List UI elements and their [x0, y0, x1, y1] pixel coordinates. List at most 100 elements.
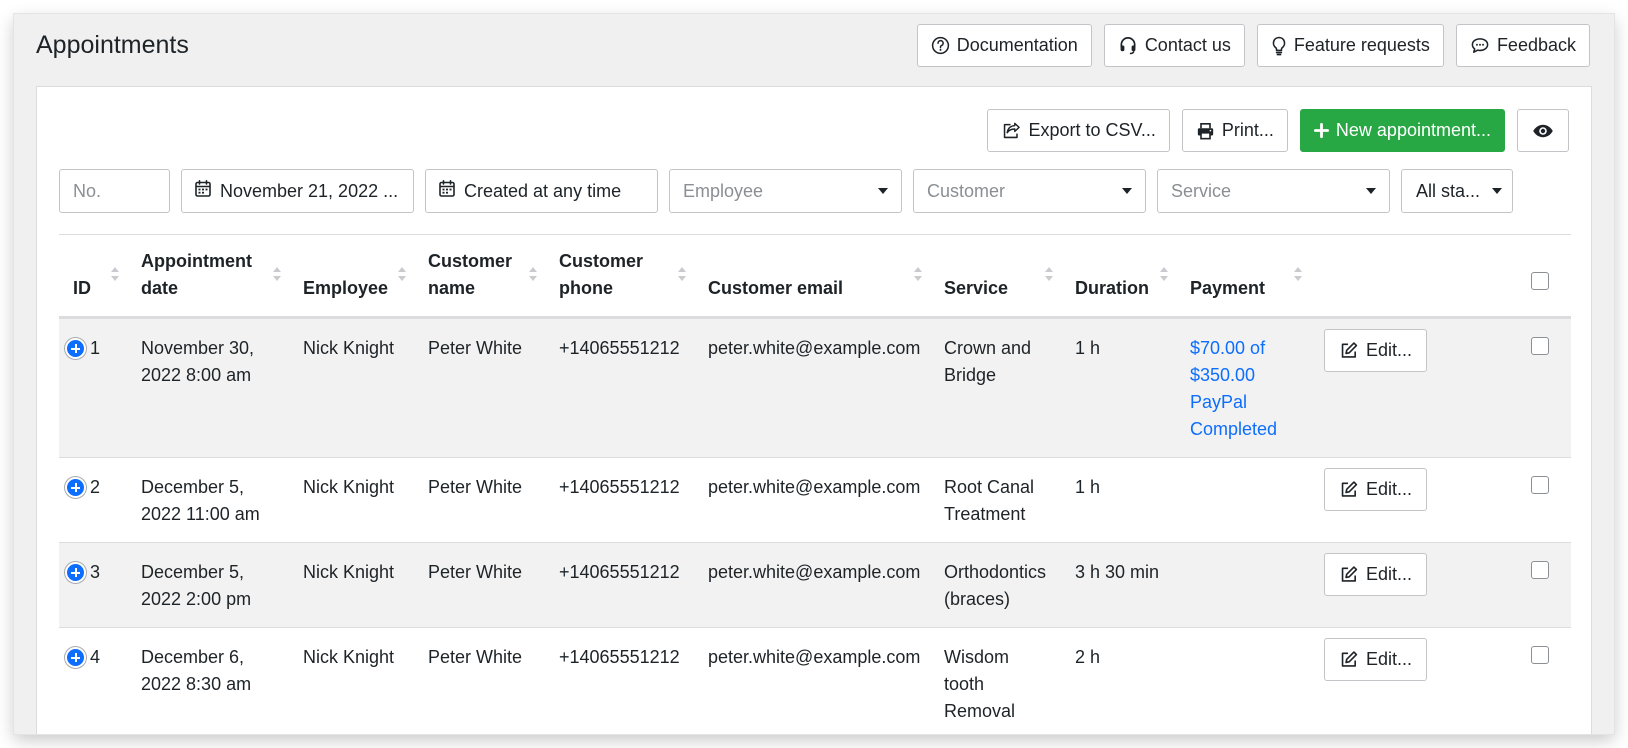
payment-amount-link[interactable]: $70.00 of $350.00 — [1190, 335, 1296, 389]
feature-requests-button[interactable]: Feature requests — [1256, 24, 1444, 67]
expand-row-icon[interactable] — [65, 647, 86, 668]
row-select-checkbox[interactable] — [1531, 646, 1549, 664]
documentation-button[interactable]: Documentation — [916, 24, 1092, 67]
column-header-customer-email[interactable]: Customer email — [694, 234, 930, 319]
expand-row-icon[interactable] — [65, 338, 86, 359]
app-window: Appointments Documentation Contact us Fe… — [14, 14, 1614, 734]
edit-appointment-button[interactable]: Edit... — [1324, 553, 1428, 596]
cell-service: Wisdom tooth Removal — [930, 627, 1061, 734]
table-row: 3 December 5, 2022 2:00 pm Nick Knight Pete… — [59, 542, 1571, 628]
date-range-filter[interactable]: November 21, 2022 ... — [181, 169, 414, 213]
sort-icon — [1294, 267, 1302, 283]
cell-id: 1 — [59, 317, 127, 458]
service-filter-placeholder: Service — [1171, 180, 1232, 201]
status-filter-select[interactable]: All sta... — [1401, 169, 1513, 213]
cell-duration: 3 h 30 min — [1061, 542, 1176, 628]
contact-us-label: Contact us — [1144, 35, 1231, 55]
cell-customer-email: peter.white@example.com — [694, 542, 930, 628]
edit-label: Edit... — [1366, 340, 1413, 360]
cell-id: 2 — [59, 457, 127, 543]
edit-icon — [1339, 480, 1359, 499]
appointment-id: 2 — [90, 477, 101, 497]
caret-down-icon — [878, 188, 888, 194]
column-header-actions — [1310, 234, 1456, 319]
column-header-payment[interactable]: Payment — [1176, 234, 1310, 319]
select-all-checkbox[interactable] — [1531, 272, 1549, 290]
cell-payment — [1176, 542, 1310, 628]
print-button[interactable]: Print... — [1181, 109, 1288, 152]
column-header-id[interactable]: ID — [59, 234, 127, 319]
row-select-checkbox[interactable] — [1531, 337, 1549, 355]
cell-customer-name: Peter White — [414, 627, 545, 734]
cell-service: Crown and Bridge — [930, 317, 1061, 458]
table-body: 1 November 30, 2022 8:00 am Nick Knight Pet… — [59, 317, 1571, 734]
column-header-customer-name[interactable]: Customer name — [414, 234, 545, 319]
cell-payment — [1176, 627, 1310, 734]
row-select-checkbox[interactable] — [1531, 476, 1549, 494]
column-header-appointment-date[interactable]: Appointment date — [127, 234, 289, 319]
lightbulb-icon — [1271, 36, 1287, 56]
cell-customer-name: Peter White — [414, 457, 545, 543]
cell-employee: Nick Knight — [289, 542, 414, 628]
appointment-id: 1 — [90, 338, 101, 358]
row-select-checkbox[interactable] — [1531, 561, 1549, 579]
new-appointment-label: New appointment... — [1335, 120, 1491, 140]
help-toolbar: Documentation Contact us Feature request… — [916, 24, 1590, 67]
feature-requests-label: Feature requests — [1293, 35, 1430, 55]
cell-customer-name: Peter White — [414, 317, 545, 458]
cell-actions: Edit... — [1310, 627, 1456, 734]
number-filter-placeholder: No. — [73, 180, 102, 201]
column-header-customer-phone[interactable]: Customer phone — [545, 234, 694, 319]
eye-icon — [1532, 123, 1554, 139]
edit-appointment-button[interactable]: Edit... — [1324, 329, 1428, 372]
edit-label: Edit... — [1366, 479, 1413, 499]
column-header-select — [1456, 234, 1571, 319]
cell-appointment-date: December 5, 2022 11:00 am — [127, 457, 289, 543]
column-header-duration[interactable]: Duration — [1061, 234, 1176, 319]
column-header-employee[interactable]: Employee — [289, 234, 414, 319]
edit-appointment-button[interactable]: Edit... — [1324, 468, 1428, 511]
cell-select — [1456, 457, 1571, 543]
cell-service: Orthodontics (braces) — [930, 542, 1061, 628]
feedback-button[interactable]: Feedback — [1455, 24, 1590, 67]
payment-method: PayPal — [1190, 392, 1248, 412]
column-header-service[interactable]: Service — [930, 234, 1061, 319]
created-filter[interactable]: Created at any time — [425, 169, 658, 213]
appointments-table-wrap: ID Appointment date Employee Customer na… — [59, 234, 1571, 734]
status-filter-value: All sta... — [1416, 180, 1481, 201]
chat-bubble-icon — [1470, 36, 1490, 55]
customer-filter-placeholder: Customer — [927, 180, 1006, 201]
cell-payment — [1176, 457, 1310, 543]
sort-icon — [529, 267, 537, 283]
cell-actions: Edit... — [1310, 317, 1456, 458]
sort-icon — [678, 267, 686, 283]
appointment-id: 4 — [90, 647, 101, 667]
customer-filter-select[interactable]: Customer — [913, 169, 1146, 213]
headset-icon — [1118, 36, 1138, 55]
service-filter-select[interactable]: Service — [1157, 169, 1390, 213]
expand-row-icon[interactable] — [65, 477, 86, 498]
printer-icon — [1196, 122, 1215, 140]
export-csv-button[interactable]: Export to CSV... — [987, 109, 1170, 152]
cell-duration: 2 h — [1061, 627, 1176, 734]
cell-select — [1456, 317, 1571, 458]
column-visibility-button[interactable] — [1517, 109, 1569, 152]
edit-appointment-button[interactable]: Edit... — [1324, 638, 1428, 681]
documentation-label: Documentation — [956, 35, 1078, 55]
sort-icon — [1045, 267, 1053, 283]
cell-service: Root Canal Treatment — [930, 457, 1061, 543]
actions-toolbar: Export to CSV... Print... New appointmen… — [987, 109, 1569, 152]
employee-filter-select[interactable]: Employee — [669, 169, 902, 213]
employee-filter-placeholder: Employee — [683, 180, 764, 201]
cell-duration: 1 h — [1061, 457, 1176, 543]
new-appointment-button[interactable]: New appointment... — [1299, 109, 1505, 152]
contact-us-button[interactable]: Contact us — [1103, 24, 1245, 67]
expand-row-icon[interactable] — [65, 562, 86, 583]
cell-customer-name: Peter White — [414, 542, 545, 628]
cell-customer-email: peter.white@example.com — [694, 457, 930, 543]
number-filter-input[interactable]: No. — [59, 169, 170, 213]
cell-actions: Edit... — [1310, 457, 1456, 543]
cell-customer-phone: +14065551212 — [545, 457, 694, 543]
caret-down-icon — [1492, 188, 1503, 194]
share-export-icon — [1001, 121, 1021, 140]
